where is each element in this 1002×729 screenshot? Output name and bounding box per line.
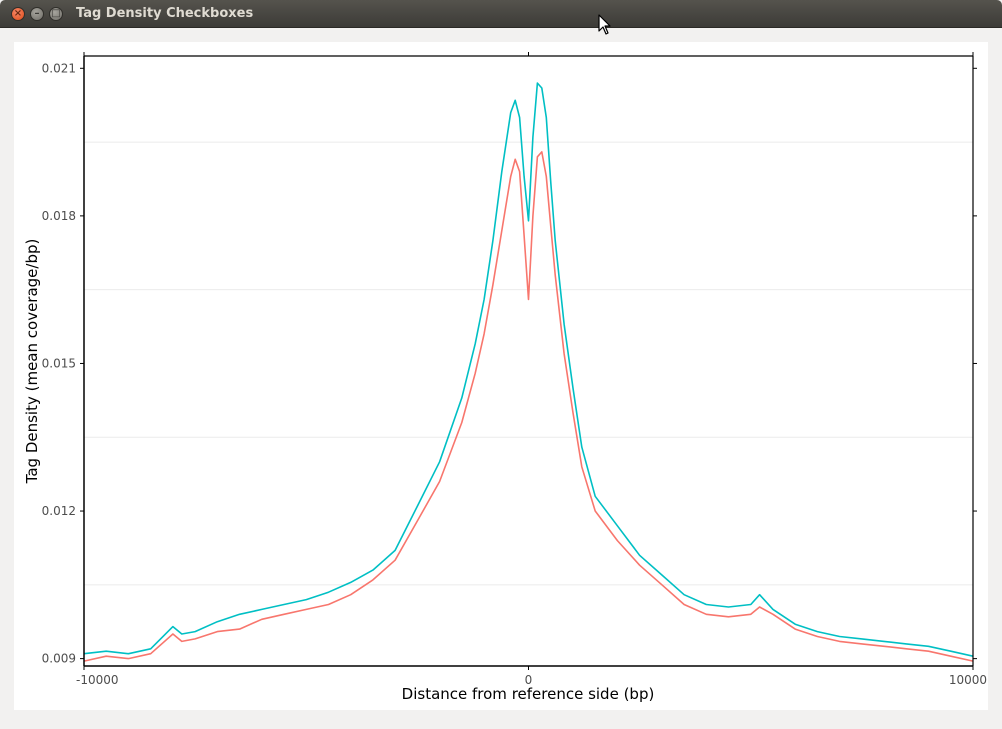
x-axis-title: Distance from reference side (bp) — [402, 685, 655, 703]
mouse-pointer-icon — [598, 14, 611, 35]
plot-background — [84, 56, 973, 666]
plot-panel: 0.009 0.012 0.015 0.018 0.021 -10000 0 10000 Di… — [14, 42, 988, 710]
y-tick-label: 0.018 — [42, 209, 76, 223]
close-window-icon[interactable]: × — [11, 7, 25, 21]
tag-density-chart: 0.0090.0120.0150.0180.021-10000 0 10000 Di… — [23, 52, 987, 703]
y-tick-label: 0.009 — [42, 652, 76, 666]
x-tick-label: 10000 — [949, 673, 987, 687]
x-tick-label: -10000 — [76, 673, 119, 687]
y-tick-label: 0.015 — [42, 356, 76, 370]
minimize-window-icon[interactable]: – — [30, 7, 44, 21]
window-titlebar: × – □ Tag Density Checkboxes — [0, 0, 1002, 28]
window-title: Tag Density Checkboxes — [76, 6, 254, 21]
y-tick-label: 0.012 — [42, 504, 76, 518]
y-axis-title: Tag Density (mean coverage/bp) — [23, 239, 41, 485]
maximize-window-icon[interactable]: □ — [49, 7, 63, 21]
y-tick-label: 0.021 — [42, 61, 76, 75]
